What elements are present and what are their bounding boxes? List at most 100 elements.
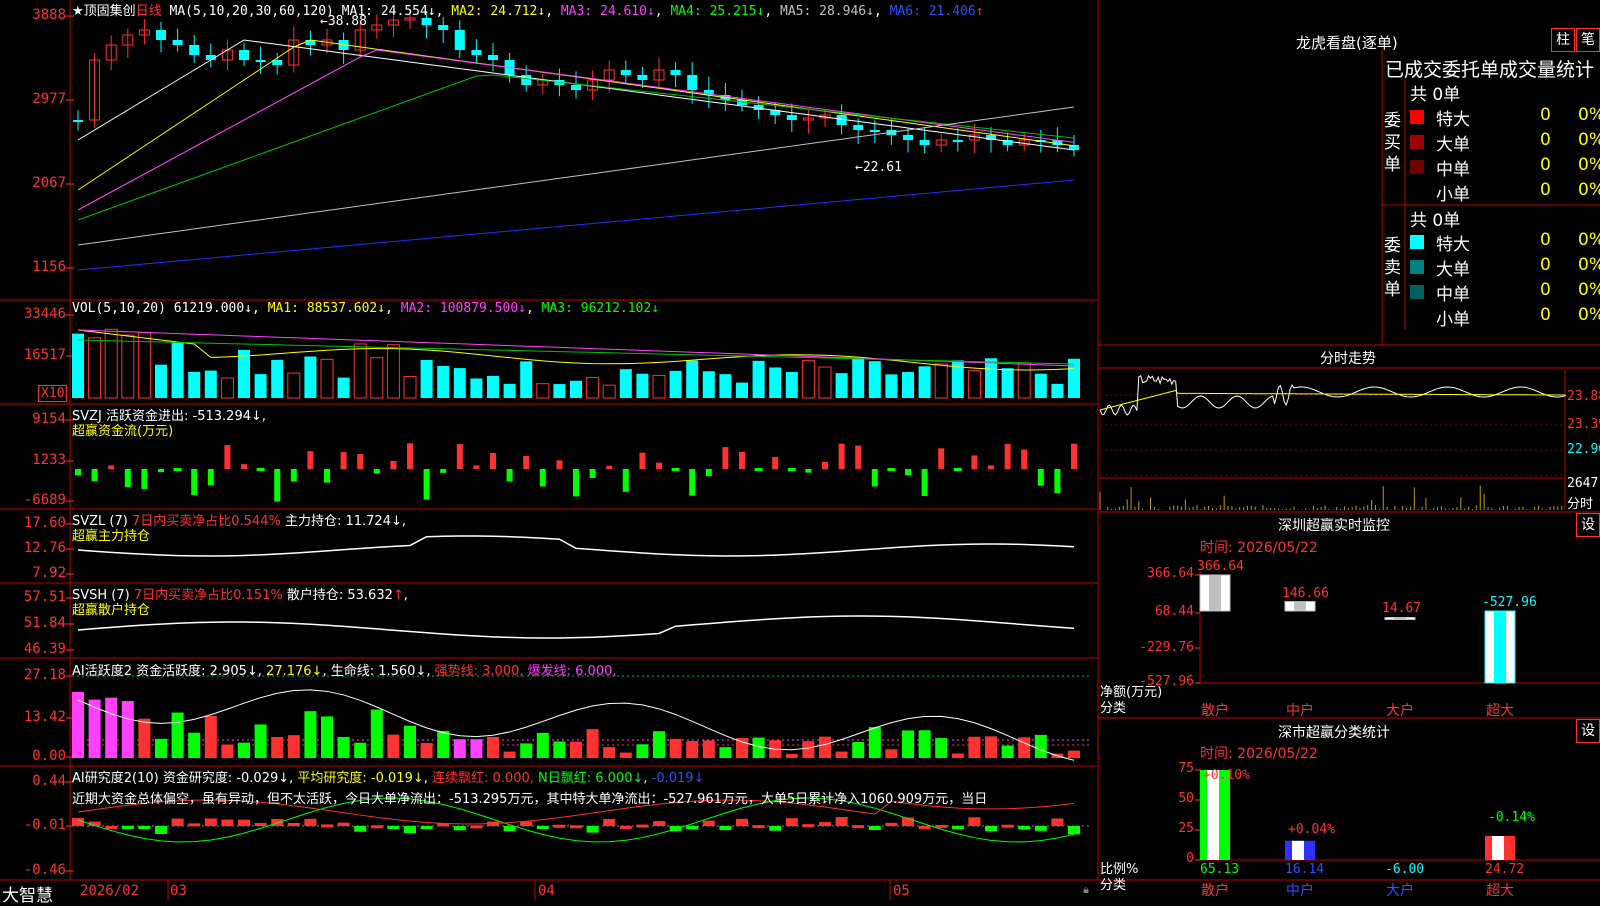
classify-settings-button[interactable]: 设 — [1576, 719, 1600, 743]
classify-xlabel: 分类 — [1100, 878, 1127, 893]
activity-bar — [287, 735, 300, 758]
volume-bar — [801, 360, 815, 399]
monitor-tick: 366.64 — [1147, 566, 1194, 581]
volume-bar — [553, 384, 566, 398]
volume-bar — [736, 382, 748, 398]
flow-bar — [1021, 449, 1028, 469]
volume-bar — [121, 334, 135, 399]
lhb-row-value: 0 — [1540, 180, 1551, 200]
period-label[interactable]: 日线 — [136, 4, 162, 19]
lock-icon[interactable]: 🔒︎ — [1083, 883, 1089, 897]
flow-bar — [241, 464, 247, 469]
classify-time: 时间: 2026/05/22 — [1200, 746, 1318, 762]
activity-bar — [503, 751, 516, 758]
intraday-lines — [1099, 374, 1566, 510]
flow-bar — [805, 469, 812, 473]
flow-bar — [838, 443, 845, 469]
activity-bar — [752, 737, 765, 758]
volume-bar — [669, 370, 682, 398]
lhb-row-percent: 0% — [1578, 155, 1600, 175]
flow-bar — [656, 462, 662, 469]
price-tick: 2067 — [32, 175, 66, 191]
monitor-settings-button[interactable]: 设 — [1576, 513, 1600, 537]
activity-bar — [470, 739, 483, 758]
classify-category-label: 中户 — [1286, 883, 1314, 899]
candle — [919, 140, 930, 145]
flow-bar — [75, 469, 81, 476]
volume-bar — [271, 359, 284, 398]
candle — [853, 125, 864, 130]
ma4-value: MA4: 25.215↓ — [670, 4, 765, 19]
classify-value-label: 65.13 — [1200, 862, 1240, 877]
research-bar — [254, 822, 267, 826]
candle — [255, 60, 266, 62]
volume-bar — [686, 360, 699, 398]
flow-bar — [589, 469, 596, 478]
volume-bar — [370, 357, 384, 399]
lhb-row-value: 0 — [1540, 155, 1551, 175]
flow-bar — [705, 469, 712, 477]
activity-bar — [105, 697, 118, 758]
research-bar — [702, 820, 715, 826]
bar-mode-button[interactable]: 柱 — [1551, 28, 1575, 52]
main-header: ★顶固集创日线 MA(5,10,20,30,60,120) MA1: 24.55… — [72, 4, 984, 19]
legend-swatch — [1410, 285, 1424, 299]
research-bar — [686, 826, 699, 830]
monitor-time: 时间: 2026/05/22 — [1200, 540, 1318, 556]
vol-unit: X10 — [38, 385, 68, 402]
lhb-row-percent: 0% — [1578, 255, 1600, 275]
activity-bar — [636, 744, 649, 758]
research-bar — [503, 826, 516, 832]
svsh-line — [77, 615, 1075, 639]
volume-bar — [155, 364, 167, 398]
monitor-category-label: 超大 — [1486, 703, 1514, 719]
classify-tick: 75 — [1178, 761, 1194, 776]
lhb-row-value: 0 — [1540, 230, 1551, 250]
legend-swatch — [1410, 110, 1424, 124]
activity-bar — [819, 736, 831, 758]
research-bar — [453, 826, 466, 831]
activity-bar — [536, 732, 549, 758]
candle — [73, 120, 83, 122]
volume-bar — [204, 370, 217, 398]
monitor-category-label: 大户 — [1386, 703, 1414, 719]
activity-bar — [404, 725, 416, 758]
research-bar — [570, 825, 582, 829]
flow-bar — [722, 447, 729, 469]
research-bar — [138, 826, 151, 829]
low-annotation: ←22.61 — [855, 160, 902, 175]
flow-bar — [689, 469, 696, 496]
activity-bar — [304, 711, 317, 758]
volume-bar — [918, 366, 931, 398]
activity-bar — [686, 741, 699, 758]
classify-tick: 0 — [1186, 851, 1194, 866]
research-bar — [387, 826, 400, 829]
volume-bar — [1017, 362, 1031, 399]
classify-tick: 25 — [1178, 821, 1194, 836]
activity-bar — [968, 736, 981, 758]
volume-bar — [1068, 358, 1080, 398]
research-bar — [1001, 824, 1014, 828]
research-bar — [769, 826, 782, 831]
vol-ma3-line — [77, 339, 1075, 365]
flow-bar — [158, 469, 164, 473]
tick-mode-button[interactable]: 笔 — [1576, 28, 1600, 52]
classify-value-label: 24.72 — [1485, 862, 1525, 877]
research-bar — [868, 826, 881, 831]
candle — [172, 40, 183, 45]
research-bar — [603, 818, 616, 826]
act-tick: 27.18 — [23, 667, 66, 683]
candle — [471, 50, 482, 55]
research-bar — [121, 826, 134, 829]
volume-bar — [304, 356, 317, 398]
volume-bar — [785, 372, 798, 398]
volume-bar — [188, 371, 201, 398]
classify-top-label: -0.14% — [1488, 810, 1535, 825]
flow-bar — [556, 460, 563, 469]
research-bar — [287, 822, 300, 826]
activity-bar — [802, 741, 815, 758]
activity-bar — [138, 718, 151, 758]
stock-name[interactable]: ★顶固集创 — [72, 4, 136, 19]
flow-bar — [573, 469, 579, 497]
volume-bar — [72, 333, 84, 398]
